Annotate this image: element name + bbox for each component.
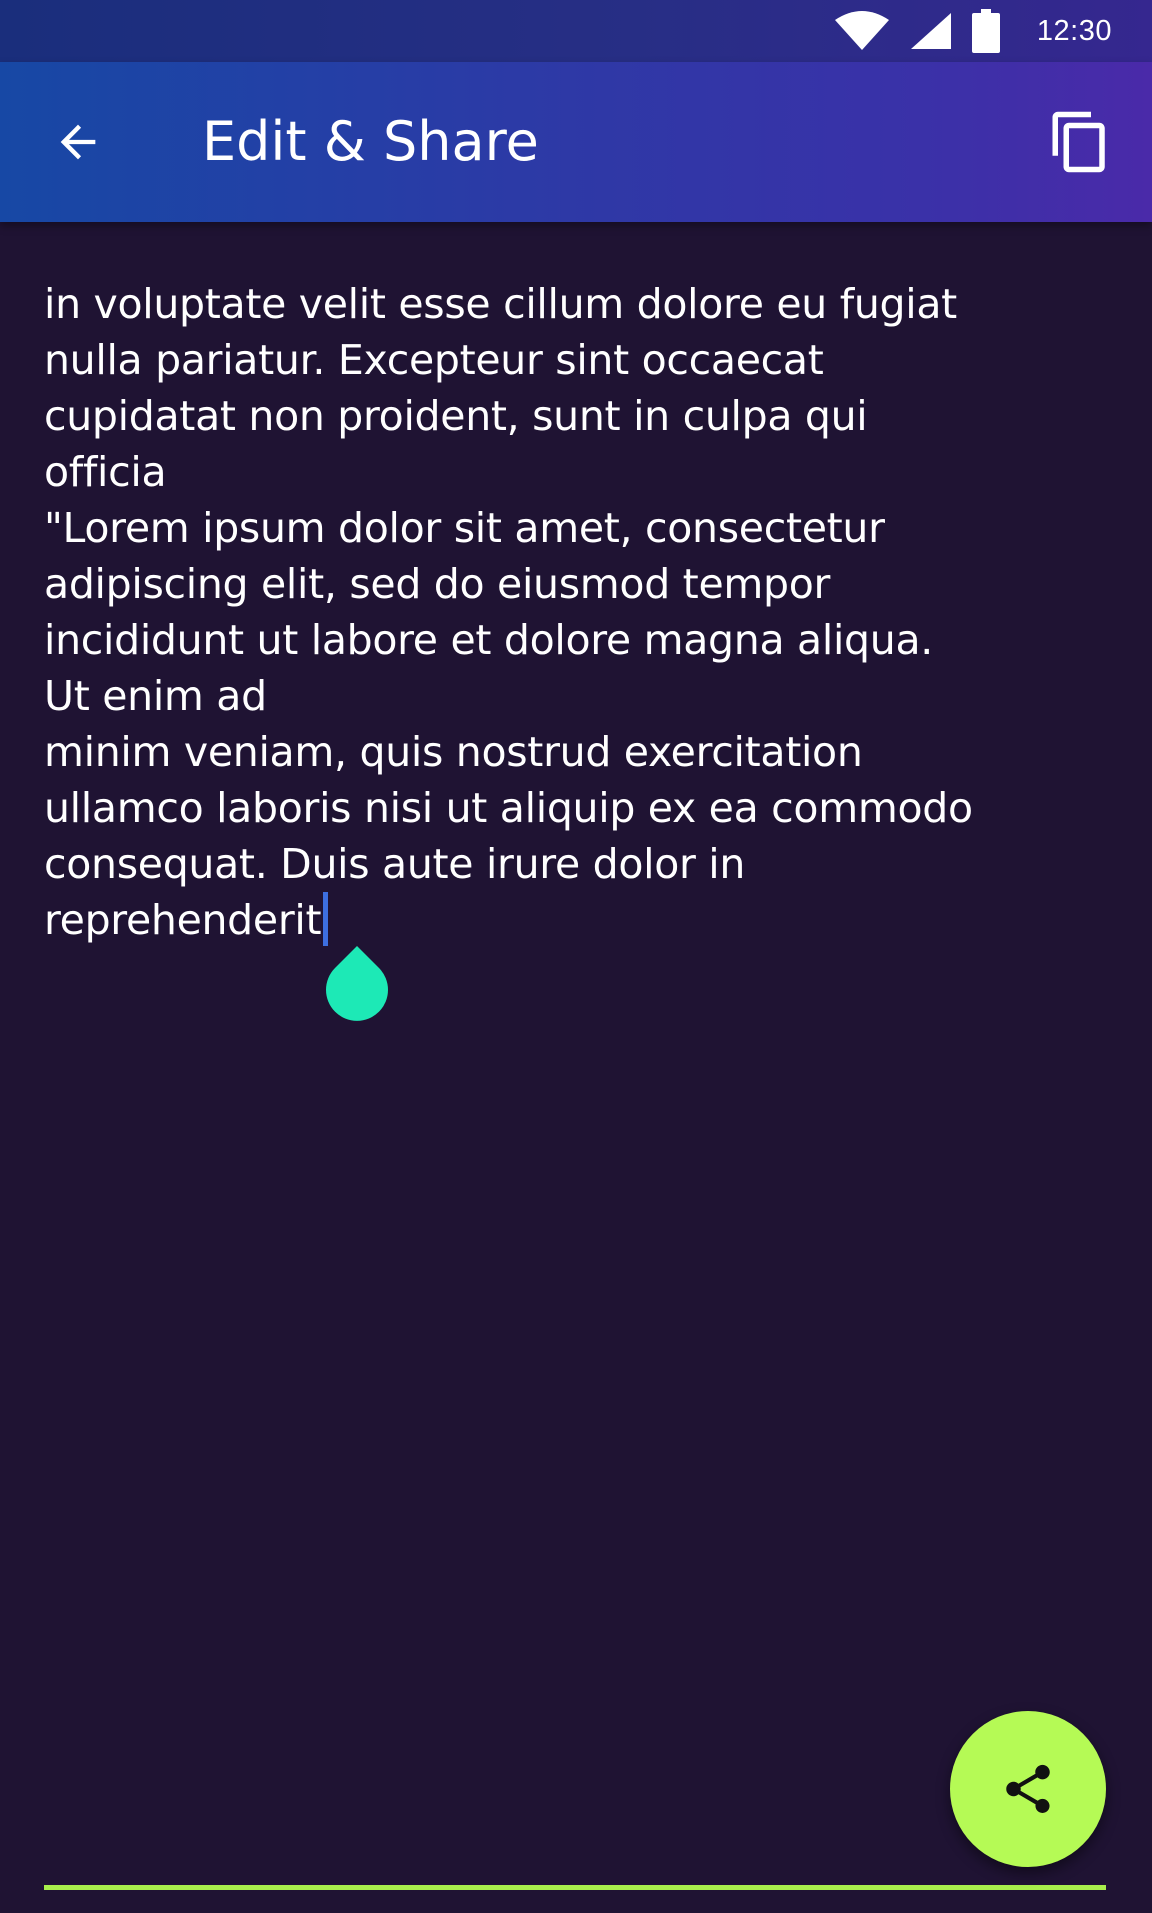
copy-button[interactable] [1044, 106, 1116, 178]
text-caret [323, 892, 329, 946]
edit-share-screen: 12:30 Edit & Share in voluptate velit es… [0, 0, 1152, 1913]
status-time: 12:30 [1036, 14, 1112, 47]
wifi-icon [834, 11, 889, 50]
editor-text: in voluptate velit esse cillum dolore eu… [44, 280, 973, 944]
status-icons: 12:30 [815, 0, 1112, 62]
share-button[interactable] [950, 1711, 1106, 1867]
cursor-handle[interactable] [326, 944, 388, 1024]
arrow-back-icon [60, 124, 96, 160]
cell-signal-icon [910, 13, 951, 49]
back-button[interactable] [42, 106, 114, 178]
content-copy-icon [1052, 111, 1105, 173]
status-bar: 12:30 [0, 0, 1152, 62]
share-icon [1006, 1764, 1050, 1813]
app-bar: Edit & Share [0, 62, 1152, 222]
text-field-underline [44, 1885, 1106, 1890]
text-editor[interactable]: in voluptate velit esse cillum dolore eu… [44, 276, 1112, 948]
battery-icon [971, 9, 1000, 53]
page-title: Edit & Share [202, 110, 539, 173]
